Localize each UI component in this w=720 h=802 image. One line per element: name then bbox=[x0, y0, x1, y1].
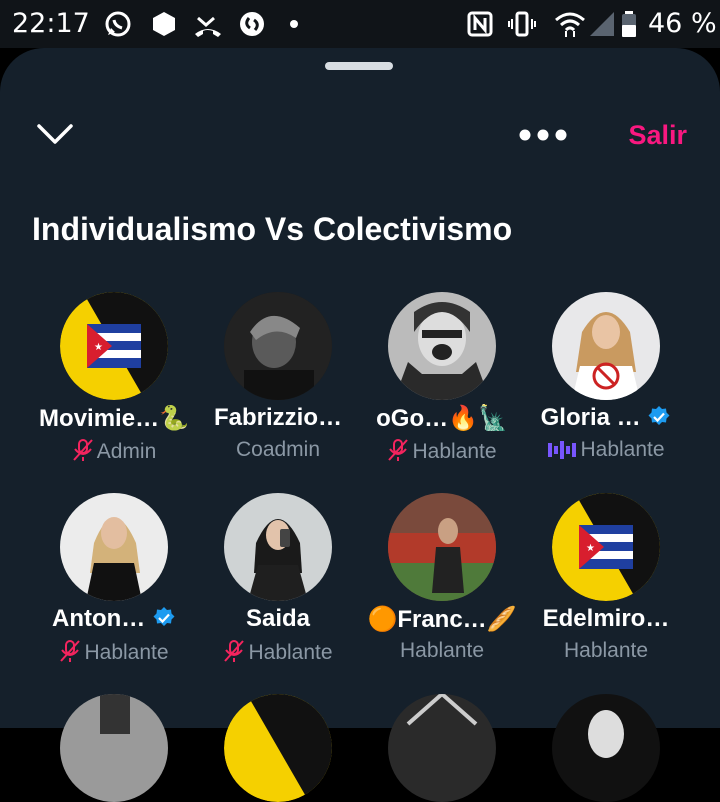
cuba-libre-logo bbox=[224, 694, 332, 802]
participant-role: Coadmin bbox=[235, 438, 321, 461]
vibrate-icon bbox=[508, 11, 536, 37]
woman-selfie bbox=[224, 493, 332, 601]
participant[interactable]: 🟠Franc…🥖 Hablante bbox=[360, 493, 524, 693]
participant[interactable]: Gloria … Hablante bbox=[524, 292, 688, 492]
avatar bbox=[552, 292, 660, 400]
avatar: ★ bbox=[552, 493, 660, 601]
woman-black-top bbox=[60, 493, 168, 601]
nfc-icon bbox=[467, 11, 493, 37]
wifi-icon bbox=[555, 12, 585, 37]
avatar bbox=[224, 292, 332, 400]
space-sheet: Salir Individualismo Vs Colectivismo ★ M… bbox=[0, 48, 720, 802]
bw-portrait bbox=[60, 694, 168, 802]
dot-icon bbox=[290, 20, 298, 28]
mic-muted-icon bbox=[72, 439, 93, 461]
dark-portrait bbox=[224, 292, 332, 400]
verified-badge-icon bbox=[153, 607, 175, 626]
participant-role: Hablante bbox=[32, 639, 196, 665]
avatar[interactable] bbox=[224, 694, 332, 802]
participant-role: Hablante bbox=[399, 639, 485, 662]
app-hexagon-icon bbox=[153, 12, 175, 36]
participant-role: Hablante bbox=[563, 639, 649, 662]
participant-name: Fabrizzio… bbox=[213, 404, 342, 431]
bw-screaming-man bbox=[388, 292, 496, 400]
woman-shirt bbox=[552, 292, 660, 400]
verified-badge-icon bbox=[648, 406, 670, 425]
participant-name: 🟠Franc…🥖 bbox=[367, 606, 517, 633]
svg-text:★: ★ bbox=[94, 342, 103, 353]
battery-icon bbox=[622, 11, 636, 37]
whatsapp-icon bbox=[105, 11, 131, 37]
participant-name: Movimie…🐍 bbox=[39, 405, 189, 432]
participant-role: Hablante bbox=[360, 438, 524, 464]
missed-call-icon bbox=[195, 16, 221, 37]
avatar[interactable] bbox=[388, 694, 496, 802]
cuba-libre-logo: ★ bbox=[552, 493, 660, 601]
signal-icon bbox=[590, 12, 614, 36]
avatar bbox=[388, 292, 496, 400]
participant-name: Anton… bbox=[32, 605, 196, 633]
participant-name: Gloria … bbox=[524, 404, 688, 432]
cuba-libre-logo: ★ bbox=[60, 292, 168, 400]
clock: 22:17 bbox=[12, 8, 90, 39]
participant-role: Admin bbox=[32, 438, 196, 464]
participant[interactable]: Fabrizzio… Coadmin bbox=[196, 292, 360, 492]
avatar bbox=[60, 493, 168, 601]
leave-button[interactable]: Salir bbox=[628, 120, 687, 151]
avatar bbox=[388, 493, 496, 601]
avatar: ★ bbox=[60, 292, 168, 400]
space-title: Individualismo Vs Colectivismo bbox=[32, 211, 513, 247]
participant-role: Hablante bbox=[196, 639, 360, 665]
participant[interactable]: ★ Movimie…🐍 Admin bbox=[32, 292, 196, 492]
avatar bbox=[224, 493, 332, 601]
participant-role: Hablante bbox=[524, 438, 688, 462]
drag-handle[interactable] bbox=[325, 62, 393, 70]
more-dots-icon[interactable] bbox=[518, 128, 568, 142]
patterned-portrait bbox=[388, 694, 496, 802]
battery-percent: 46 % bbox=[648, 8, 717, 39]
mic-muted-icon bbox=[388, 439, 409, 461]
participant-name: Saida bbox=[245, 605, 311, 632]
status-bar: 22:17 46 % bbox=[0, 0, 720, 48]
dark-hair-portrait bbox=[552, 694, 660, 802]
participant[interactable]: ★ Edelmiro… Hablante bbox=[524, 493, 688, 693]
man-stadium bbox=[388, 493, 496, 601]
mic-muted-icon bbox=[224, 640, 245, 662]
mic-muted-icon bbox=[60, 640, 81, 662]
participant[interactable]: Saida Hablante bbox=[196, 493, 360, 693]
participant[interactable]: oGo…🔥🗽 Hablante bbox=[360, 292, 524, 492]
chevron-down-icon[interactable] bbox=[36, 122, 74, 146]
avatar[interactable] bbox=[552, 694, 660, 802]
speaking-bars-icon bbox=[548, 441, 577, 459]
svg-text:★: ★ bbox=[586, 543, 595, 554]
avatar[interactable] bbox=[60, 694, 168, 802]
participant-name: Edelmiro… bbox=[542, 605, 670, 632]
participant[interactable]: Anton… Hablante bbox=[32, 493, 196, 693]
participant-name: oGo…🔥🗽 bbox=[376, 405, 508, 432]
shazam-icon bbox=[240, 12, 264, 36]
